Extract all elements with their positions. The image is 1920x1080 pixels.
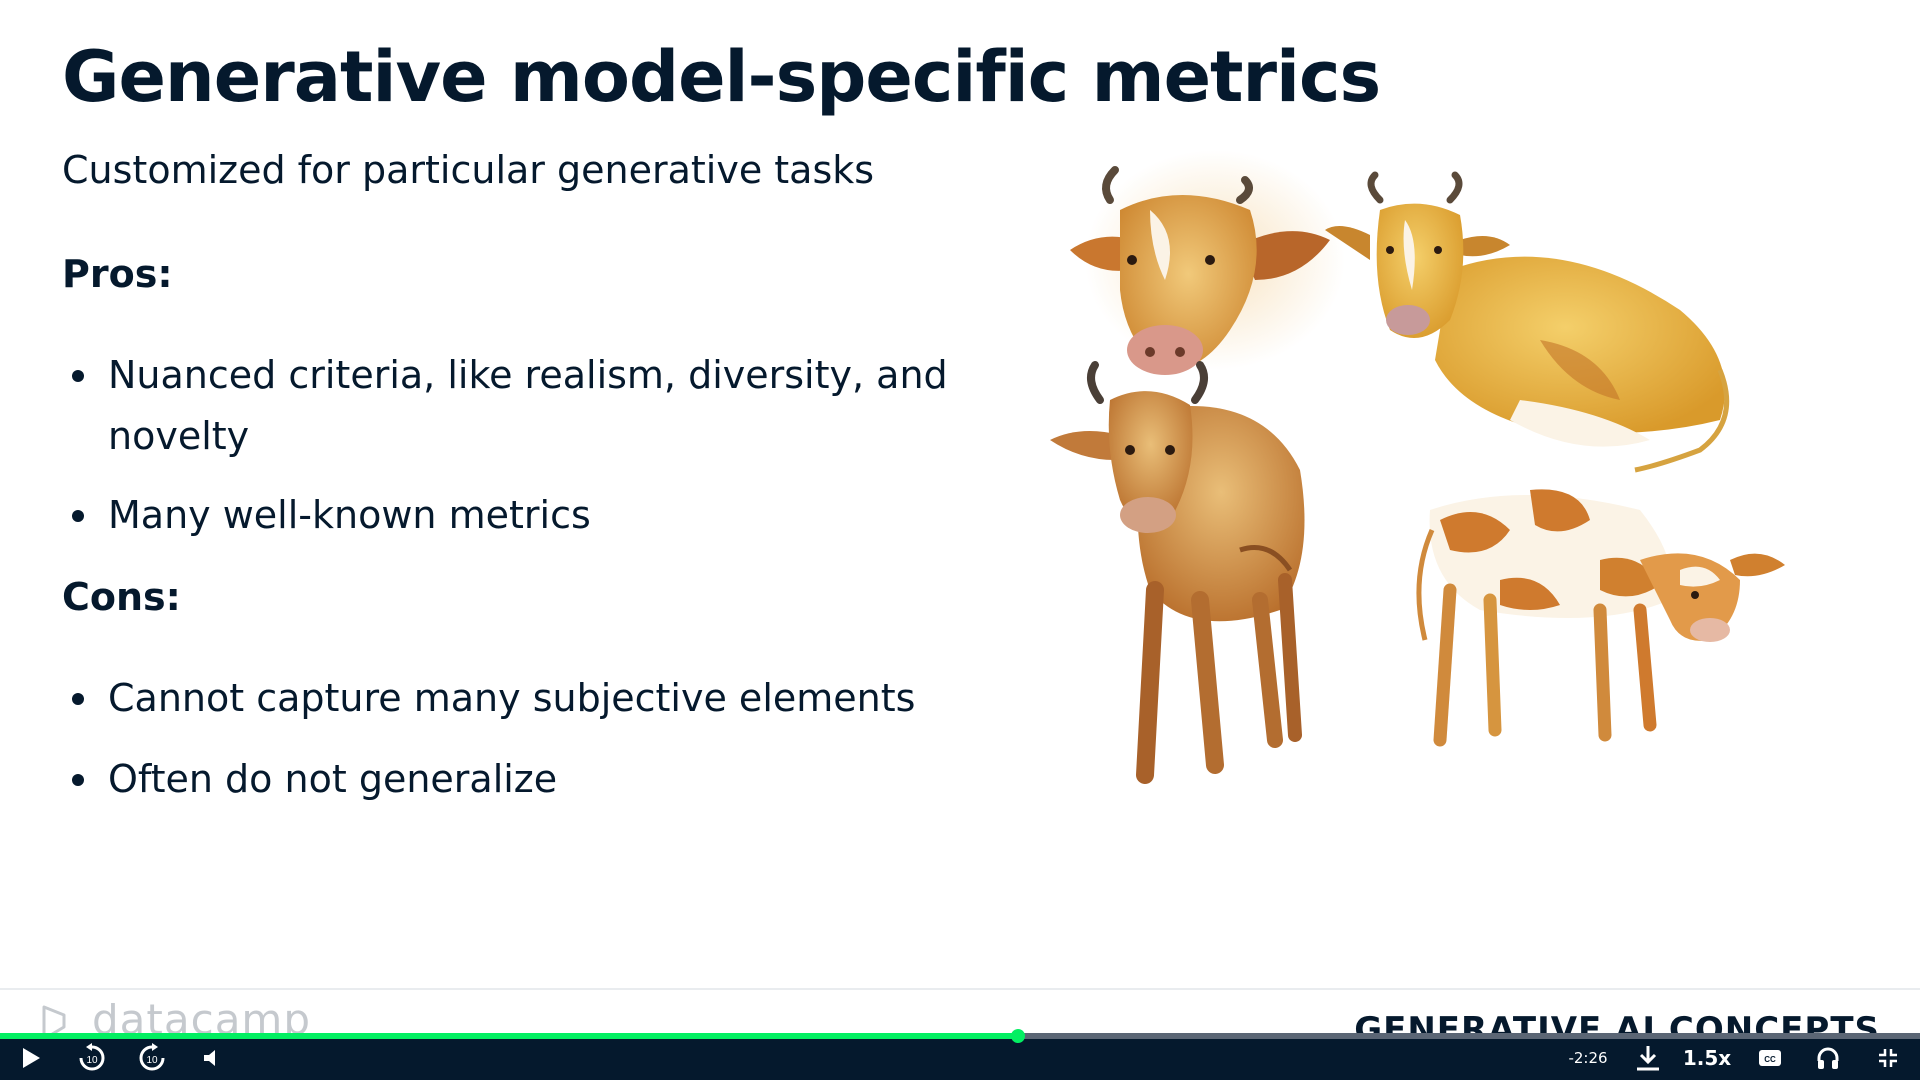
forward-10-button[interactable]: 10 [132, 1038, 172, 1078]
svg-text:10: 10 [146, 1055, 158, 1066]
bullet-icon [72, 510, 84, 522]
exit-fullscreen-button[interactable] [1870, 1038, 1906, 1078]
volume-button[interactable] [196, 1038, 226, 1078]
captions-icon: CC [1759, 1050, 1781, 1066]
cons-item: Cannot capture many subjective elements [62, 668, 962, 729]
cow-calf-illustration [1416, 489, 1785, 747]
forward-10-icon: 10 [139, 1043, 165, 1071]
captions-button[interactable]: CC [1752, 1038, 1788, 1078]
cons-item: Often do not generalize [62, 749, 962, 810]
play-button[interactable] [14, 1038, 48, 1078]
pros-item: Nuanced criteria, like realism, diversit… [62, 345, 962, 467]
bullet-icon [72, 693, 84, 705]
progress-handle[interactable] [1010, 1029, 1025, 1043]
exit-fullscreen-icon [1879, 1049, 1897, 1067]
audio-button[interactable] [1810, 1038, 1846, 1078]
rewind-10-icon: 10 [79, 1043, 105, 1071]
slide: Generative model-specific metrics Custom… [0, 0, 1920, 1036]
slide-title: Generative model-specific metrics [62, 36, 1381, 118]
pros-label: Pros: [62, 252, 173, 296]
volume-icon [204, 1050, 215, 1066]
cow-lying-illustration [1325, 171, 1730, 473]
bullet-icon [72, 774, 84, 786]
cow-head-illustration [1070, 150, 1345, 375]
cows-illustration [1050, 150, 1785, 784]
cons-list: Cannot capture many subjective elements … [62, 668, 962, 830]
svg-text:10: 10 [86, 1055, 98, 1066]
headphones-icon [1817, 1047, 1839, 1069]
playback-speed-button[interactable]: 1.5x [1682, 1038, 1732, 1078]
slide-subtitle: Customized for particular generative tas… [62, 148, 875, 192]
footer-divider [0, 988, 1920, 990]
time-remaining: -2:26 [1568, 1049, 1608, 1067]
logo-text: datacamp [92, 1003, 312, 1037]
svg-text:CC: CC [1764, 1055, 1776, 1064]
play-icon [23, 1048, 40, 1068]
download-button[interactable] [1630, 1038, 1666, 1078]
datacamp-logo: datacamp [40, 1003, 330, 1037]
pros-item: Many well-known metrics [62, 485, 962, 546]
rewind-10-button[interactable]: 10 [72, 1038, 112, 1078]
bullet-icon [72, 370, 84, 382]
cons-label: Cons: [62, 575, 181, 619]
cow-standing-illustration [1050, 361, 1305, 784]
datacamp-logo-icon [42, 1005, 66, 1037]
pros-list: Nuanced criteria, like realism, diversit… [62, 345, 962, 566]
download-icon [1637, 1046, 1659, 1071]
